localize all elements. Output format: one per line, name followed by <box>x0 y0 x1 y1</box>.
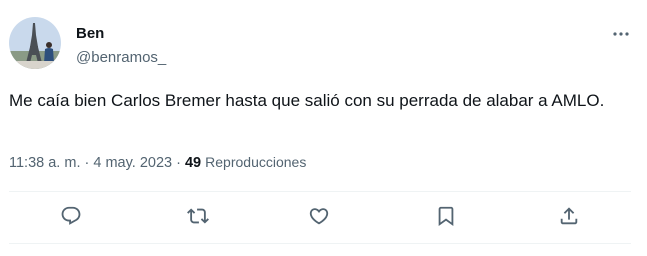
share-button[interactable] <box>557 204 581 228</box>
more-options-button[interactable] <box>610 24 632 44</box>
meta-separator: · <box>80 155 94 171</box>
tweet-meta: 11:38 a. m. · 4 may. 2023 · 49 Reproducc… <box>9 152 306 173</box>
tweet-time[interactable]: 11:38 a. m. <box>9 155 80 171</box>
divider-bottom <box>9 243 631 244</box>
retweet-button[interactable] <box>186 204 210 228</box>
tweet-text: Me caía bien Carlos Bremer hasta que sal… <box>9 91 605 110</box>
share-icon <box>560 207 578 225</box>
bookmark-button[interactable] <box>434 204 458 228</box>
reply-icon <box>61 206 81 225</box>
divider-top <box>9 191 631 192</box>
avatar[interactable] <box>9 17 61 69</box>
views-count[interactable]: 49 <box>185 155 201 171</box>
retweet-icon <box>187 208 209 224</box>
avatar-image <box>9 17 61 69</box>
heart-icon <box>309 208 329 225</box>
bookmark-icon <box>438 206 454 227</box>
meta-separator: · <box>172 155 185 171</box>
reply-button[interactable] <box>59 204 83 228</box>
tweet-card: Ben @benramos_ Me caía bien Carlos Breme… <box>0 0 647 256</box>
author-handle[interactable]: @benramos_ <box>76 48 166 68</box>
more-horizontal-icon <box>613 32 629 36</box>
like-button[interactable] <box>307 204 331 228</box>
views-label[interactable]: Reproducciones <box>205 154 306 170</box>
tweet-date[interactable]: 4 may. 2023 <box>93 155 172 171</box>
author-name[interactable]: Ben <box>76 24 104 44</box>
